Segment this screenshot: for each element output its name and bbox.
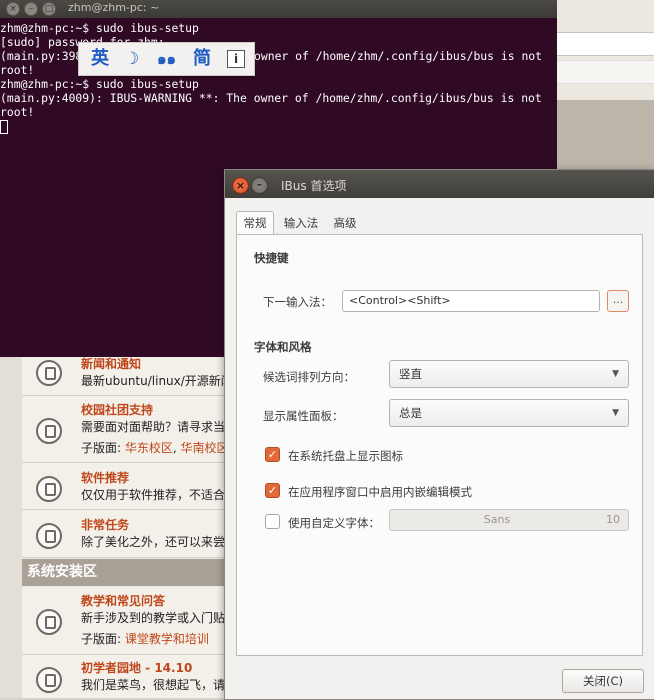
forum-desc: 需要面对面帮助？请寻求当: [81, 420, 226, 434]
subforum-prefix: 子版面:: [81, 632, 125, 646]
orientation-value: 竖直: [399, 367, 422, 381]
dropdown-arrow-icon: ▼: [612, 369, 619, 379]
section-header: 系统安装区: [22, 559, 232, 586]
subforum-link[interactable]: 课堂教学和培训: [125, 632, 209, 646]
forum-title[interactable]: 软件推荐: [81, 469, 129, 486]
terminal-titlebar[interactable]: × – □ zhm@zhm-pc: ~: [0, 0, 557, 18]
forum-row[interactable]: 初学者园地 - 14.10 我们是菜鸟，很想起飞，请: [22, 655, 232, 699]
forum-desc: 仅仅用于软件推荐，不适合: [81, 488, 226, 502]
terminal-output[interactable]: zhm@zhm-pc:~$ sudo ibus-setup [sudo] pass…: [0, 21, 542, 134]
terminal-line: zhm@zhm-pc:~$ sudo ibus-setup: [0, 77, 199, 91]
forum-title[interactable]: 新闻和通知: [81, 355, 141, 372]
forum-title[interactable]: 初学者园地 - 14.10: [81, 659, 192, 676]
minimize-icon[interactable]: –: [24, 2, 38, 16]
close-icon[interactable]: ×: [232, 177, 249, 194]
page-margin: [0, 350, 22, 698]
terminal-cursor: [0, 119, 542, 134]
general-panel: 快捷键 下一输入法： <Control><Shift> ... 字体和风格 候选…: [236, 234, 643, 656]
shortcuts-section-title: 快捷键: [254, 251, 289, 265]
ibus-preferences-dialog[interactable]: × – IBus 首选项 常规 输入法 高级 快捷键 下一输入法： <Contr…: [224, 169, 654, 700]
forum-row[interactable]: 软件推荐 仅仅用于软件推荐，不适合: [22, 463, 232, 510]
custom-font-checkbox[interactable]: [265, 514, 280, 529]
dialog-titlebar[interactable]: × – IBus 首选项: [225, 170, 654, 198]
embed-preedit-label: 在应用程序窗口中启用内嵌编辑模式: [288, 485, 472, 499]
forum-icon: [36, 667, 62, 693]
subforum-list: 子版面: 华东校区, 华南校区: [81, 441, 229, 455]
forum-title[interactable]: 教学和常见问答: [81, 592, 165, 609]
address-bar[interactable]: [556, 32, 654, 56]
forum-title[interactable]: 校园社团支持: [81, 401, 153, 418]
forum-icon: [36, 609, 62, 635]
forum-row[interactable]: 非常任务 除了美化之外，还可以来尝: [22, 510, 232, 558]
forum-icon: [36, 476, 62, 502]
custom-font-label: 使用自定义字体：: [288, 516, 380, 530]
minimize-icon[interactable]: –: [251, 177, 268, 194]
forum-icon: [36, 418, 62, 444]
terminal-title: zhm@zhm-pc: ~: [68, 1, 160, 14]
font-size: 10: [606, 513, 620, 526]
subforum-prefix: 子版面:: [81, 441, 125, 455]
subforum-link[interactable]: 华南校区: [181, 441, 229, 455]
orientation-label: 候选词排列方向：: [263, 370, 355, 384]
ibus-language-bar[interactable]: 英 ☽ ๑๑ 简 i: [78, 42, 255, 76]
tab-advanced[interactable]: 高级: [328, 211, 362, 234]
chinese-mode-icon[interactable]: 英: [91, 46, 109, 72]
forum-row[interactable]: 校园社团支持 需要面对面帮助？请寻求当 子版面: 华东校区, 华南校区: [22, 396, 232, 463]
terminal-line: root!: [0, 105, 35, 119]
dropdown-arrow-icon: ▼: [612, 408, 619, 418]
show-panel-label: 显示属性面板：: [263, 409, 344, 423]
tab-input-method[interactable]: 输入法: [278, 211, 324, 234]
dialog-title: IBus 首选项: [281, 179, 347, 193]
full-half-width-icon[interactable]: ☽: [124, 46, 139, 72]
font-name: Sans: [483, 513, 511, 526]
tray-icon-label: 在系统托盘上显示图标: [288, 449, 403, 463]
next-engine-input[interactable]: <Control><Shift>: [342, 290, 600, 312]
subforum-link[interactable]: 华东校区: [125, 441, 173, 455]
page-banner: [556, 100, 654, 180]
embed-preedit-checkbox[interactable]: ✓: [265, 483, 280, 498]
shortcut-edit-button[interactable]: ...: [607, 290, 629, 312]
next-engine-label: 下一输入法：: [263, 295, 332, 309]
font-chooser-button[interactable]: Sans 10: [389, 509, 629, 531]
tab-general[interactable]: 常规: [236, 211, 274, 236]
terminal-line: (main.py:4009): IBUS-WARNING **: The own…: [0, 91, 542, 105]
forum-title[interactable]: 非常任务: [81, 516, 129, 533]
forum-desc: 我们是菜鸟，很想起飞，请: [81, 678, 226, 692]
maximize-icon[interactable]: □: [42, 2, 56, 16]
forum-icon: [36, 360, 62, 386]
orientation-select[interactable]: 竖直 ▼: [389, 360, 629, 388]
subforum-list: 子版面: 课堂教学和培训: [81, 630, 231, 647]
punctuation-icon[interactable]: ๑๑: [157, 46, 176, 72]
terminal-line: zhm@zhm-pc:~$ sudo ibus-setup: [0, 21, 199, 35]
terminal-line-tail: owner of /home/zhm/.config/ibus/bus is n…: [254, 49, 543, 63]
close-icon[interactable]: ×: [6, 2, 20, 16]
forum-desc: 新手涉及到的教学或入门贴: [81, 611, 226, 625]
info-icon[interactable]: i: [227, 50, 245, 68]
show-panel-select[interactable]: 总是 ▼: [389, 399, 629, 427]
forum-desc: 最新ubuntu/linux/开源新闻: [81, 374, 231, 388]
forum-row[interactable]: 教学和常见问答 新手涉及到的教学或入门贴 子版面: 课堂教学和培训: [22, 587, 232, 655]
toolbar-strip: [556, 60, 654, 84]
terminal-line-start: (main.py:398: [0, 49, 83, 63]
close-button[interactable]: 关闭(C): [562, 669, 644, 693]
simplified-icon[interactable]: 简: [193, 46, 211, 72]
forum-icon: [36, 523, 62, 549]
tray-icon-checkbox[interactable]: ✓: [265, 447, 280, 462]
font-style-section-title: 字体和风格: [254, 340, 312, 354]
show-panel-value: 总是: [399, 406, 422, 420]
forum-desc: 除了美化之外，还可以来尝: [81, 535, 226, 549]
